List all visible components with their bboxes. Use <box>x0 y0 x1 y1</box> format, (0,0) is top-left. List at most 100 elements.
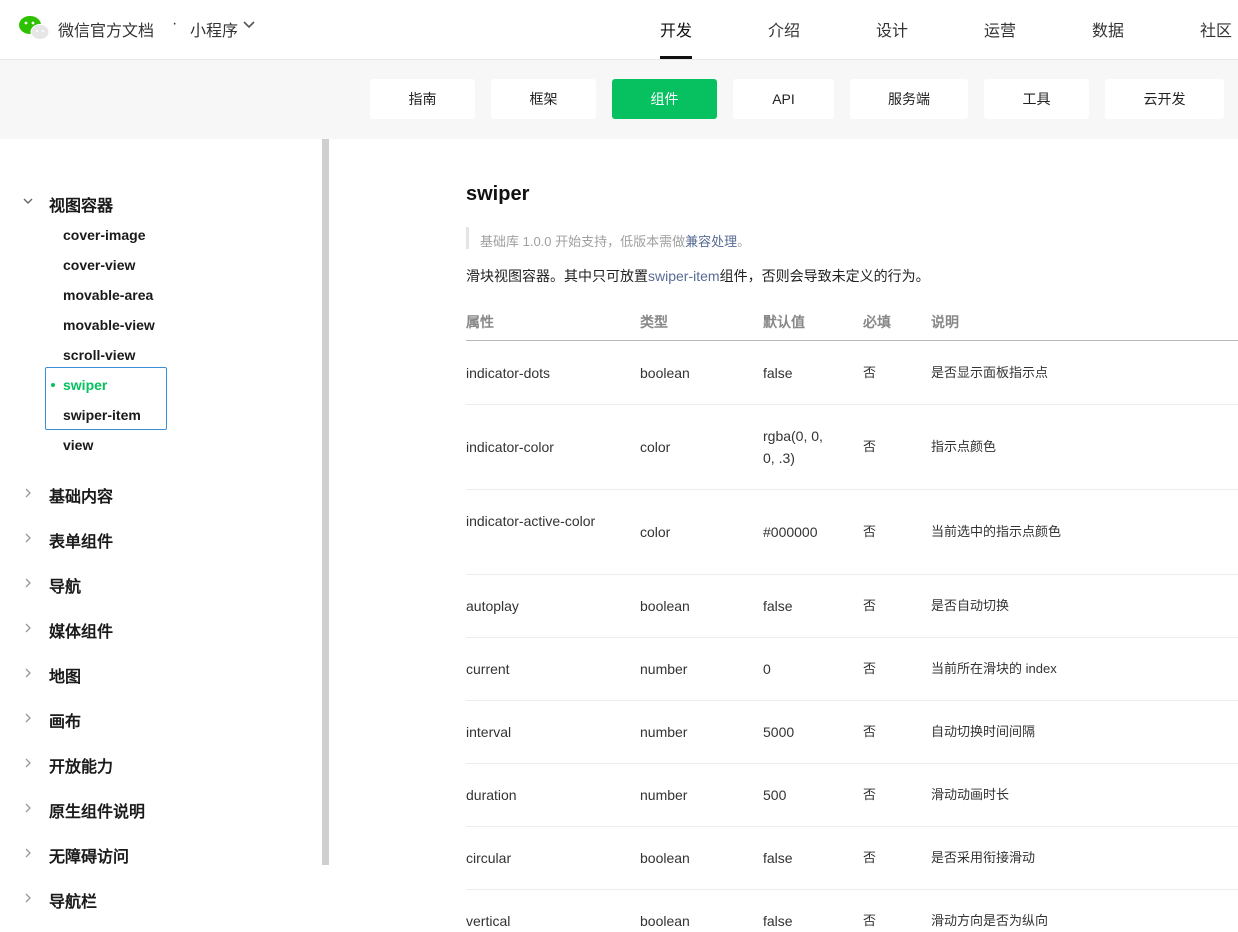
table-cell-default: 500 <box>763 787 787 803</box>
table-cell-type: color <box>640 524 671 540</box>
note-quote-bar <box>466 227 469 249</box>
table-cell-default: false <box>763 850 793 866</box>
nav-item-intro[interactable]: 介绍 <box>768 17 800 41</box>
table-cell-type: number <box>640 787 688 803</box>
tab-framework[interactable]: 框架 <box>491 79 596 119</box>
top-header: 微信官方文档 · 小程序 开发 介绍 设计 运营 数据 社区 <box>0 0 1238 60</box>
table-cell-required: 否 <box>863 439 877 454</box>
table-header-divider <box>466 340 1238 341</box>
sidebar-category-navbar[interactable]: 导航栏 <box>49 888 97 912</box>
row-divider <box>466 404 1238 405</box>
desc-suffix: 组件，否则会导致未定义的行为。 <box>719 268 930 284</box>
table-cell-default: false <box>763 913 793 929</box>
swiper-item-link[interactable]: swiper-item <box>648 268 720 284</box>
tab-tools[interactable]: 工具 <box>984 79 1089 119</box>
row-divider <box>466 574 1238 575</box>
table-cell-type: color <box>640 439 671 455</box>
chevron-right-icon[interactable] <box>22 847 34 859</box>
table-cell-desc: 滑动方向是否为纵向 <box>931 913 1049 928</box>
tab-server[interactable]: 服务端 <box>850 79 968 119</box>
column-header-default: 默认值 <box>763 314 805 330</box>
chevron-right-icon[interactable] <box>22 532 34 544</box>
note-suffix: 。 <box>737 234 751 249</box>
chevron-right-icon[interactable] <box>22 757 34 769</box>
chevron-down-icon[interactable] <box>243 21 255 29</box>
nav-item-community[interactable]: 社区 <box>1200 17 1232 41</box>
table-cell-default: rgba(0, 0, 0, .3) <box>763 428 823 466</box>
table-cell-type: number <box>640 724 688 740</box>
version-note: 基础库 1.0.0 开始支持，低版本需做兼容处理。 <box>480 231 750 250</box>
table-cell-type: boolean <box>640 913 690 929</box>
chevron-right-icon[interactable] <box>22 892 34 904</box>
sidebar-item-cover-image[interactable]: cover-image <box>63 227 145 243</box>
table-cell-type: boolean <box>640 365 690 381</box>
sidebar-category-form[interactable]: 表单组件 <box>49 528 113 552</box>
column-header-attr: 属性 <box>466 314 494 330</box>
row-divider <box>466 763 1238 764</box>
table-cell-type: number <box>640 661 688 677</box>
table-cell-required: 否 <box>863 724 877 739</box>
table-cell-default: 5000 <box>763 724 795 740</box>
brand-title[interactable]: 微信官方文档 <box>58 17 154 41</box>
tab-components[interactable]: 组件 <box>612 79 717 119</box>
page-title: swiper <box>466 183 530 205</box>
sub-navigation: 指南 框架 组件 API 服务端 工具 云开发 <box>0 60 1238 139</box>
sidebar-item-cover-view[interactable]: cover-view <box>63 257 135 273</box>
table-cell-required: 否 <box>863 365 877 380</box>
table-cell-type: boolean <box>640 850 690 866</box>
sidebar-category-native-components[interactable]: 原生组件说明 <box>49 798 145 822</box>
compat-link[interactable]: 兼容处理 <box>685 234 737 249</box>
row-divider <box>466 889 1238 890</box>
table-cell-desc: 自动切换时间间隔 <box>931 724 1036 739</box>
chevron-right-icon[interactable] <box>22 487 34 499</box>
column-header-type: 类型 <box>640 314 668 330</box>
tab-api[interactable]: API <box>733 79 834 119</box>
chevron-right-icon[interactable] <box>22 667 34 679</box>
sidebar-category-navigation[interactable]: 导航 <box>49 573 81 597</box>
table-cell-required: 否 <box>863 524 877 539</box>
table-cell-desc: 当前选中的指示点颜色 <box>931 524 1062 539</box>
table-cell-attr: vertical <box>466 913 511 929</box>
table-cell-attr: current <box>466 661 510 677</box>
brand-separator: · <box>172 15 178 32</box>
row-divider <box>466 637 1238 638</box>
nav-item-dev[interactable]: 开发 <box>660 17 692 41</box>
chevron-right-icon[interactable] <box>22 622 34 634</box>
sidebar-scrollbar[interactable] <box>322 139 329 865</box>
section-selector[interactable]: 小程序 <box>190 17 238 41</box>
sidebar-category-canvas[interactable]: 画布 <box>49 708 81 732</box>
sidebar-category-map[interactable]: 地图 <box>49 663 81 687</box>
chevron-right-icon[interactable] <box>22 712 34 724</box>
table-cell-default: #000000 <box>763 524 818 540</box>
sidebar-item-movable-view[interactable]: movable-view <box>63 317 155 333</box>
nav-active-indicator <box>660 56 692 59</box>
desc-text: 滑块视图容器。其中只可放置 <box>466 268 648 284</box>
table-cell-attr: autoplay <box>466 598 519 614</box>
tab-guide[interactable]: 指南 <box>370 79 475 119</box>
nav-item-operations[interactable]: 运营 <box>984 17 1016 41</box>
sidebar-item-swiper[interactable]: swiper <box>63 377 107 393</box>
sidebar-category-view-container[interactable]: 视图容器 <box>49 192 113 216</box>
chevron-right-icon[interactable] <box>22 802 34 814</box>
wechat-logo-icon[interactable] <box>18 14 50 42</box>
nav-item-data[interactable]: 数据 <box>1092 17 1124 41</box>
sidebar-item-view[interactable]: view <box>63 437 93 453</box>
table-cell-desc: 当前所在滑块的 index <box>931 661 1057 676</box>
chevron-down-icon[interactable] <box>22 195 34 207</box>
sidebar-category-media[interactable]: 媒体组件 <box>49 618 113 642</box>
tab-cloud-dev[interactable]: 云开发 <box>1105 79 1224 119</box>
nav-item-design[interactable]: 设计 <box>876 17 908 41</box>
table-cell-type: boolean <box>640 598 690 614</box>
table-cell-required: 否 <box>863 787 877 802</box>
sidebar-category-accessibility[interactable]: 无障碍访问 <box>49 843 129 867</box>
sidebar-item-scroll-view[interactable]: scroll-view <box>63 347 135 363</box>
active-bullet <box>51 383 55 387</box>
sidebar-category-open-ability[interactable]: 开放能力 <box>49 753 113 777</box>
sidebar-category-basic[interactable]: 基础内容 <box>49 483 113 507</box>
sidebar-item-movable-area[interactable]: movable-area <box>63 287 153 303</box>
sidebar-item-swiper-item[interactable]: swiper-item <box>63 407 141 423</box>
chevron-right-icon[interactable] <box>22 577 34 589</box>
table-cell-attr: indicator-color <box>466 439 554 455</box>
table-cell-desc: 是否采用衔接滑动 <box>931 850 1036 865</box>
table-cell-desc: 滑动动画时长 <box>931 787 1010 802</box>
